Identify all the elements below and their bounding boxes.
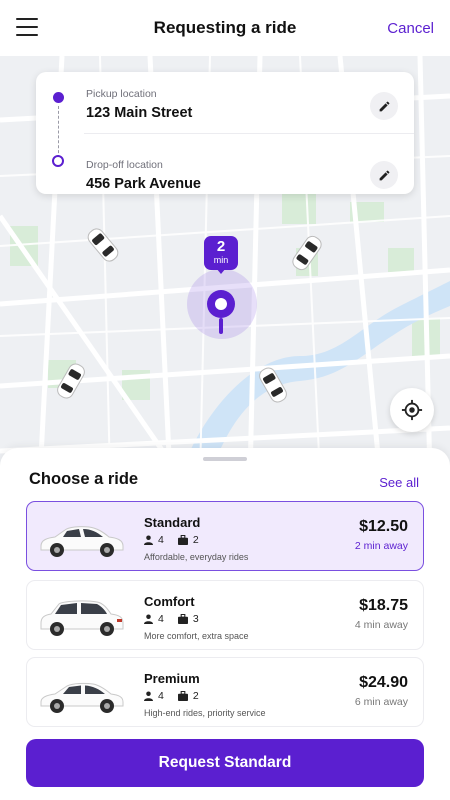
route-card: Pickup location 123 Main Street Drop-off…: [36, 72, 414, 194]
sheet-handle[interactable]: [203, 457, 247, 461]
nearby-car-icon: [259, 367, 287, 403]
car-sedan-icon: [40, 526, 124, 557]
pencil-icon: [379, 101, 389, 111]
luggage-icon: [177, 614, 188, 624]
pickup-row[interactable]: Pickup location 123 Main Street: [36, 72, 414, 158]
ride-name: Standard: [144, 515, 201, 530]
ride-specs: 4 2: [144, 690, 213, 702]
edit-dropoff-button[interactable]: [370, 161, 398, 189]
pickup-pin-stem: [219, 318, 223, 334]
eta-unit: min: [213, 255, 229, 265]
ride-eta: 4 min away: [354, 619, 408, 631]
ride-specs: 4 3: [144, 613, 213, 625]
bag-count: 3: [192, 613, 199, 625]
dropoff-dot-icon: [52, 155, 64, 167]
page-title: Requesting a ride: [153, 18, 297, 37]
luggage-icon: [177, 535, 188, 545]
request-ride-button[interactable]: Request Standard: [26, 739, 424, 787]
cancel-button[interactable]: Cancel: [387, 20, 434, 37]
app-header: Requesting a ride Cancel: [0, 0, 450, 56]
ride-description: Affordable, everyday rides: [144, 552, 249, 562]
ride-specs: 4 2: [144, 534, 213, 546]
nearby-car-icon: [87, 228, 119, 262]
ride-option-comfort[interactable]: Comfort 4 3 More comfort, extra space $1…: [26, 580, 424, 650]
ride-price: $12.50: [359, 518, 408, 535]
person-icon: [144, 691, 153, 701]
bag-count: 2: [192, 690, 199, 702]
bag-count: 2: [192, 534, 199, 546]
car-suv-icon: [40, 600, 124, 636]
pickup-pin-icon: [207, 290, 235, 318]
eta-value: 2: [216, 238, 226, 255]
crosshair-icon: [401, 399, 423, 421]
pickup-dot-icon: [53, 92, 64, 103]
ride-description: More comfort, extra space: [144, 631, 249, 641]
ride-description: High-end rides, priority service: [144, 708, 266, 718]
see-all-link[interactable]: See all: [379, 475, 419, 490]
seat-count: 4: [158, 690, 164, 702]
seat-count: 4: [158, 613, 164, 625]
ride-price: $18.75: [359, 597, 408, 614]
pencil-icon: [379, 170, 389, 180]
ride-option-standard[interactable]: Standard 4 2 Affordable, everyday rides …: [26, 501, 424, 571]
pickup-label: Pickup location: [86, 88, 157, 100]
dropoff-label: Drop-off location: [86, 159, 163, 171]
ride-option-premium[interactable]: Premium 4 2 High-end rides, priority ser…: [26, 657, 424, 727]
nearby-car-icon: [57, 363, 85, 399]
ride-eta: 6 min away: [354, 696, 408, 708]
ride-name: Premium: [144, 671, 200, 686]
ride-price: $24.90: [359, 674, 408, 691]
car-luxury-icon: [40, 682, 124, 713]
seat-count: 4: [158, 534, 164, 546]
ride-name: Comfort: [144, 594, 195, 609]
edit-pickup-button[interactable]: [370, 92, 398, 120]
hamburger-menu-icon[interactable]: [16, 18, 38, 38]
nearby-car-icon: [292, 235, 322, 271]
locate-me-button[interactable]: [390, 388, 434, 432]
sheet-title: Choose a ride: [29, 470, 139, 488]
person-icon: [144, 535, 153, 545]
dropoff-row[interactable]: Drop-off location 456 Park Avenue: [36, 133, 414, 193]
pickup-value: 123 Main Street: [86, 105, 193, 121]
person-icon: [144, 614, 153, 624]
luggage-icon: [177, 691, 188, 701]
ride-eta: 2 min away: [354, 540, 408, 552]
dropoff-value: 456 Park Avenue: [86, 176, 201, 192]
eta-marker: 2 min: [204, 236, 238, 274]
